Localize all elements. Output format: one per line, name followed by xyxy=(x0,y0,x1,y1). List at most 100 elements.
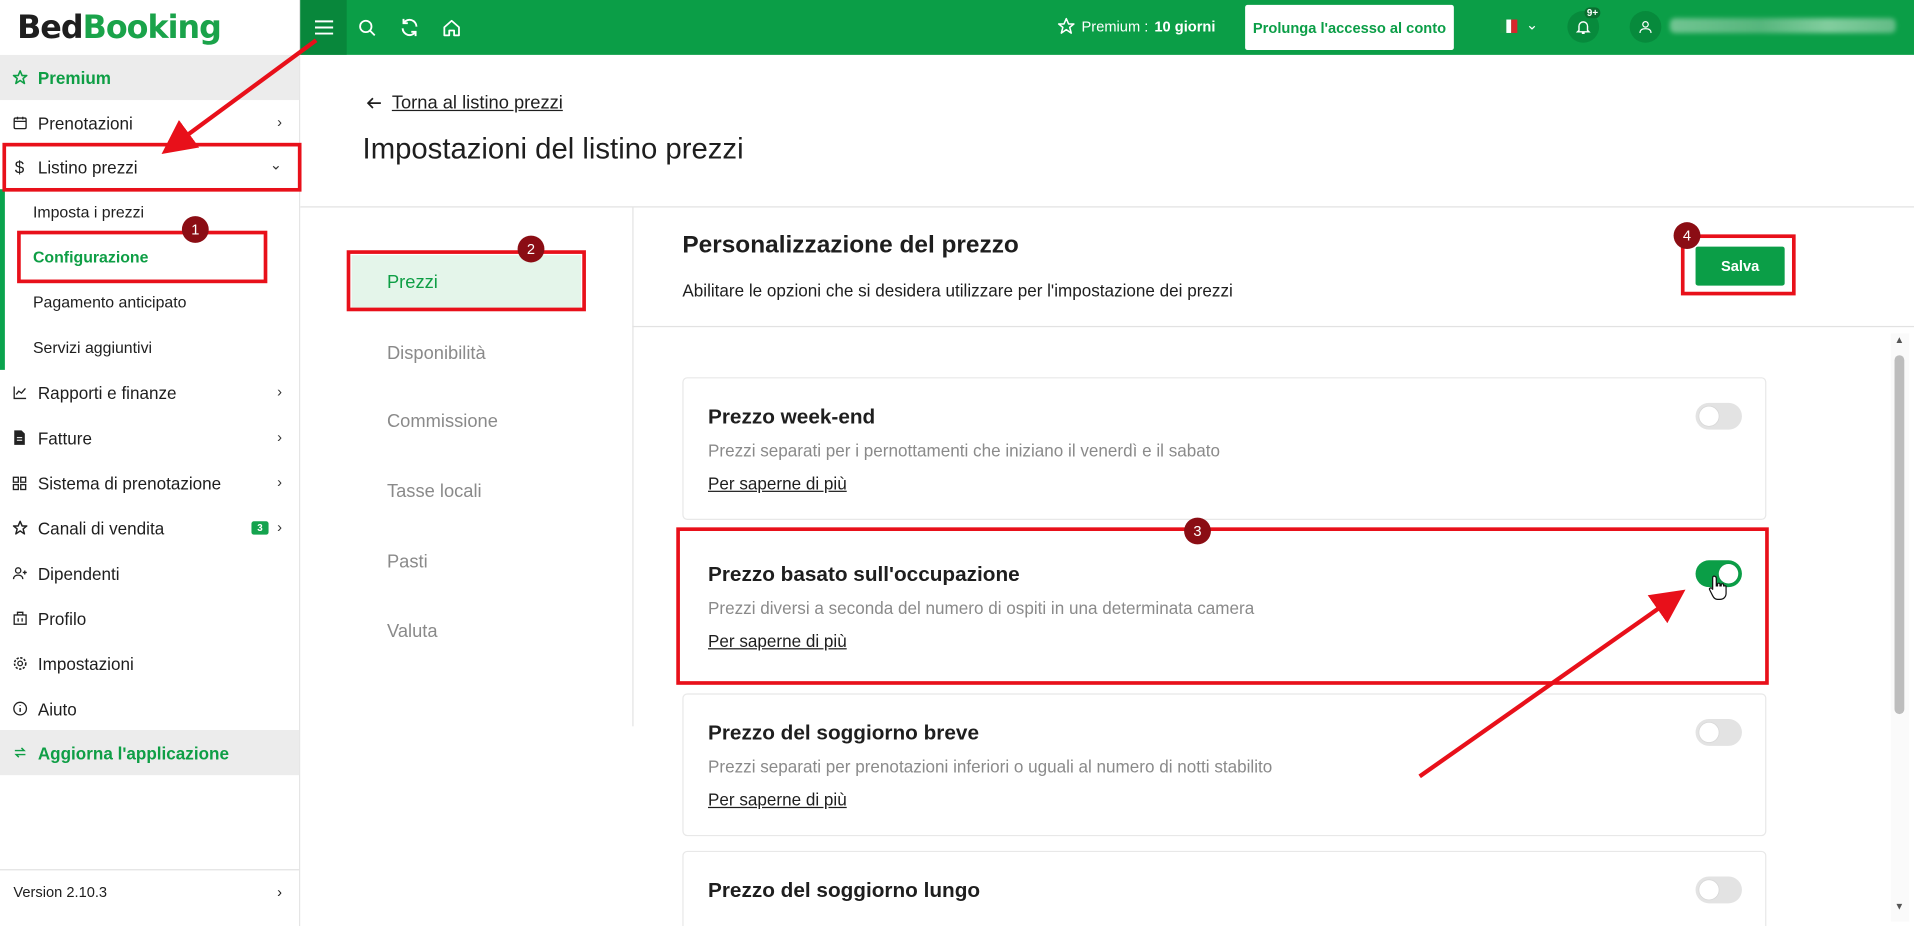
sidebar-item-canali-vendita[interactable]: Canali di vendita 3 › xyxy=(0,505,299,550)
card-title: Prezzo del soggiorno lungo xyxy=(708,878,981,903)
dollar-icon: $ xyxy=(14,156,25,177)
tab-disponibilita[interactable]: Disponibilità xyxy=(352,326,581,380)
app-logo[interactable]: Bed Booking xyxy=(0,0,299,55)
extend-access-button[interactable]: Prolunga l'accesso al conto xyxy=(1245,4,1454,51)
card-description: Prezzi separati per i pernottamenti che … xyxy=(708,440,1221,461)
chevron-right-icon: › xyxy=(277,383,282,401)
sidebar-item-fatture[interactable]: Fatture › xyxy=(0,415,299,460)
page-title: Impostazioni del listino prezzi xyxy=(362,133,744,167)
sidebar-item-premium[interactable]: Premium xyxy=(0,54,300,101)
scroll-down-arrow[interactable]: ▼ xyxy=(1895,901,1905,912)
sidebar-item-profilo[interactable]: Profilo xyxy=(0,596,299,641)
back-link[interactable]: Torna al listino prezzi xyxy=(366,93,563,114)
section-subtitle: Abilitare le opzioni che si desidera uti… xyxy=(682,280,1233,301)
search-icon xyxy=(359,19,376,36)
pricing-option-card: Prezzo del soggiorno breve Prezzi separa… xyxy=(682,693,1767,837)
chevron-right-icon: › xyxy=(277,113,282,131)
sidebar-item-label: Sistema di prenotazione xyxy=(37,473,222,493)
card-title: Prezzo basato sull'occupazione xyxy=(708,562,1020,586)
sidebar-item-label: Profilo xyxy=(37,608,87,629)
star-icon xyxy=(1057,17,1075,34)
section-title: Personalizzazione del prezzo xyxy=(682,231,1019,259)
sidebar-item-aggiorna[interactable]: Aggiorna l'applicazione xyxy=(0,729,300,776)
main-content: Torna al listino prezzi Impostazioni del… xyxy=(300,54,1914,926)
learn-more-link[interactable]: Per saperne di più xyxy=(708,790,847,810)
building-icon xyxy=(11,610,28,627)
learn-more-link[interactable]: Per saperne di più xyxy=(708,631,847,651)
home-button[interactable] xyxy=(428,0,474,55)
sidebar-subitem-servizi-aggiuntivi[interactable]: Servizi aggiuntivi xyxy=(0,325,299,370)
refresh-button[interactable] xyxy=(386,0,432,55)
sidebar-subitem-configurazione[interactable]: Configurazione xyxy=(0,234,299,279)
card-description: Prezzi diversi a seconda del numero di o… xyxy=(708,598,1255,618)
divider xyxy=(300,206,1914,208)
hamburger-menu-button[interactable] xyxy=(300,0,347,55)
top-bar: Premium :10 giorni Prolunga l'accesso al… xyxy=(300,0,1914,55)
sidebar-item-sistema-prenotazione[interactable]: Sistema di prenotazione › xyxy=(0,460,299,505)
long-stay-price-toggle[interactable] xyxy=(1695,876,1742,904)
sidebar-item-aiuto[interactable]: Aiuto xyxy=(0,686,299,731)
scroll-up-arrow[interactable]: ▲ xyxy=(1895,334,1905,345)
chevron-down-icon: ⌄ xyxy=(269,156,282,174)
sidebar-item-label: Canali di vendita xyxy=(37,518,165,538)
chevron-down-icon[interactable]: ⌄ xyxy=(1526,16,1538,33)
save-button[interactable]: Salva xyxy=(1695,246,1785,286)
version-info[interactable]: Version 2.10.3 › xyxy=(0,869,300,914)
blurred-user-name[interactable] xyxy=(1669,18,1896,33)
sidebar-item-label: Premium xyxy=(37,67,111,88)
learn-more-link[interactable]: Per saperne di più xyxy=(708,474,847,494)
chevron-right-icon: › xyxy=(277,428,282,446)
toggle-knob xyxy=(1699,880,1719,900)
divider xyxy=(632,207,634,727)
star-outline-icon xyxy=(11,519,28,536)
refresh-icon xyxy=(401,18,417,37)
sidebar-subitem-imposta-prezzi[interactable]: Imposta i prezzi xyxy=(0,189,299,234)
premium-status: Premium :10 giorni xyxy=(1057,17,1215,35)
search-button[interactable] xyxy=(344,0,390,55)
card-description: Prezzi separati per prenotazioni inferio… xyxy=(708,756,1273,777)
user-avatar[interactable] xyxy=(1629,10,1662,43)
bell-icon xyxy=(1575,21,1591,34)
sidebar-item-rapporti[interactable]: Rapporti e finanze › xyxy=(0,370,299,415)
chevron-right-icon: › xyxy=(277,473,282,491)
italy-flag-icon[interactable] xyxy=(1500,19,1518,33)
sidebar-item-label: Fatture xyxy=(37,427,92,448)
sidebar-item-label: Impostazioni xyxy=(37,653,134,674)
card-title: Prezzo del soggiorno breve xyxy=(708,721,980,745)
tab-prezzi[interactable]: Prezzi xyxy=(351,255,582,309)
sidebar-item-dipendenti[interactable]: Dipendenti xyxy=(0,551,299,596)
tab-pasti[interactable]: Pasti xyxy=(352,535,581,589)
weekend-price-toggle[interactable] xyxy=(1695,402,1742,430)
tab-commissione[interactable]: Commissione xyxy=(352,394,581,448)
tab-tasse-locali[interactable]: Tasse locali xyxy=(352,464,581,518)
user-icon xyxy=(1639,21,1652,34)
notifications-badge: 9+ xyxy=(1584,7,1601,19)
grid-icon xyxy=(11,474,28,491)
tab-valuta[interactable]: Valuta xyxy=(352,604,581,658)
menu-icon xyxy=(314,20,333,35)
toggle-knob xyxy=(1718,563,1739,584)
sidebar-item-prenotazioni[interactable]: Prenotazioni › xyxy=(0,100,299,145)
user-plus-icon xyxy=(11,565,28,582)
sidebar-item-label: Rapporti e finanze xyxy=(37,382,177,403)
gear-icon xyxy=(11,655,28,672)
chevron-right-icon: › xyxy=(277,883,282,901)
pricing-option-card: Prezzo del soggiorno lungo xyxy=(682,850,1767,926)
card-title: Prezzo week-end xyxy=(708,405,876,429)
sidebar-item-impostazioni[interactable]: Impostazioni xyxy=(0,641,299,686)
sidebar-item-label: Aggiorna l'applicazione xyxy=(37,742,229,763)
toggle-knob xyxy=(1699,722,1719,743)
sidebar: Bed Booking Premium Prenotazioni › $ List… xyxy=(0,0,301,926)
sidebar-item-label: Dipendenti xyxy=(37,563,120,583)
scrollbar-thumb[interactable] xyxy=(1894,355,1905,715)
sidebar-item-label: Aiuto xyxy=(37,698,77,719)
invoice-icon xyxy=(11,429,28,446)
divider xyxy=(632,325,1914,328)
count-badge: 3 xyxy=(251,521,269,535)
sidebar-subitem-pagamento-anticipato[interactable]: Pagamento anticipato xyxy=(0,280,299,325)
occupancy-price-toggle[interactable] xyxy=(1695,560,1742,588)
short-stay-price-toggle[interactable] xyxy=(1695,718,1742,746)
refresh-arrows-icon xyxy=(11,744,28,761)
pricing-option-card: Prezzo basato sull'occupazione Prezzi di… xyxy=(682,534,1767,678)
sidebar-item-listino-prezzi[interactable]: $ Listino prezzi ⌄ xyxy=(0,144,299,189)
